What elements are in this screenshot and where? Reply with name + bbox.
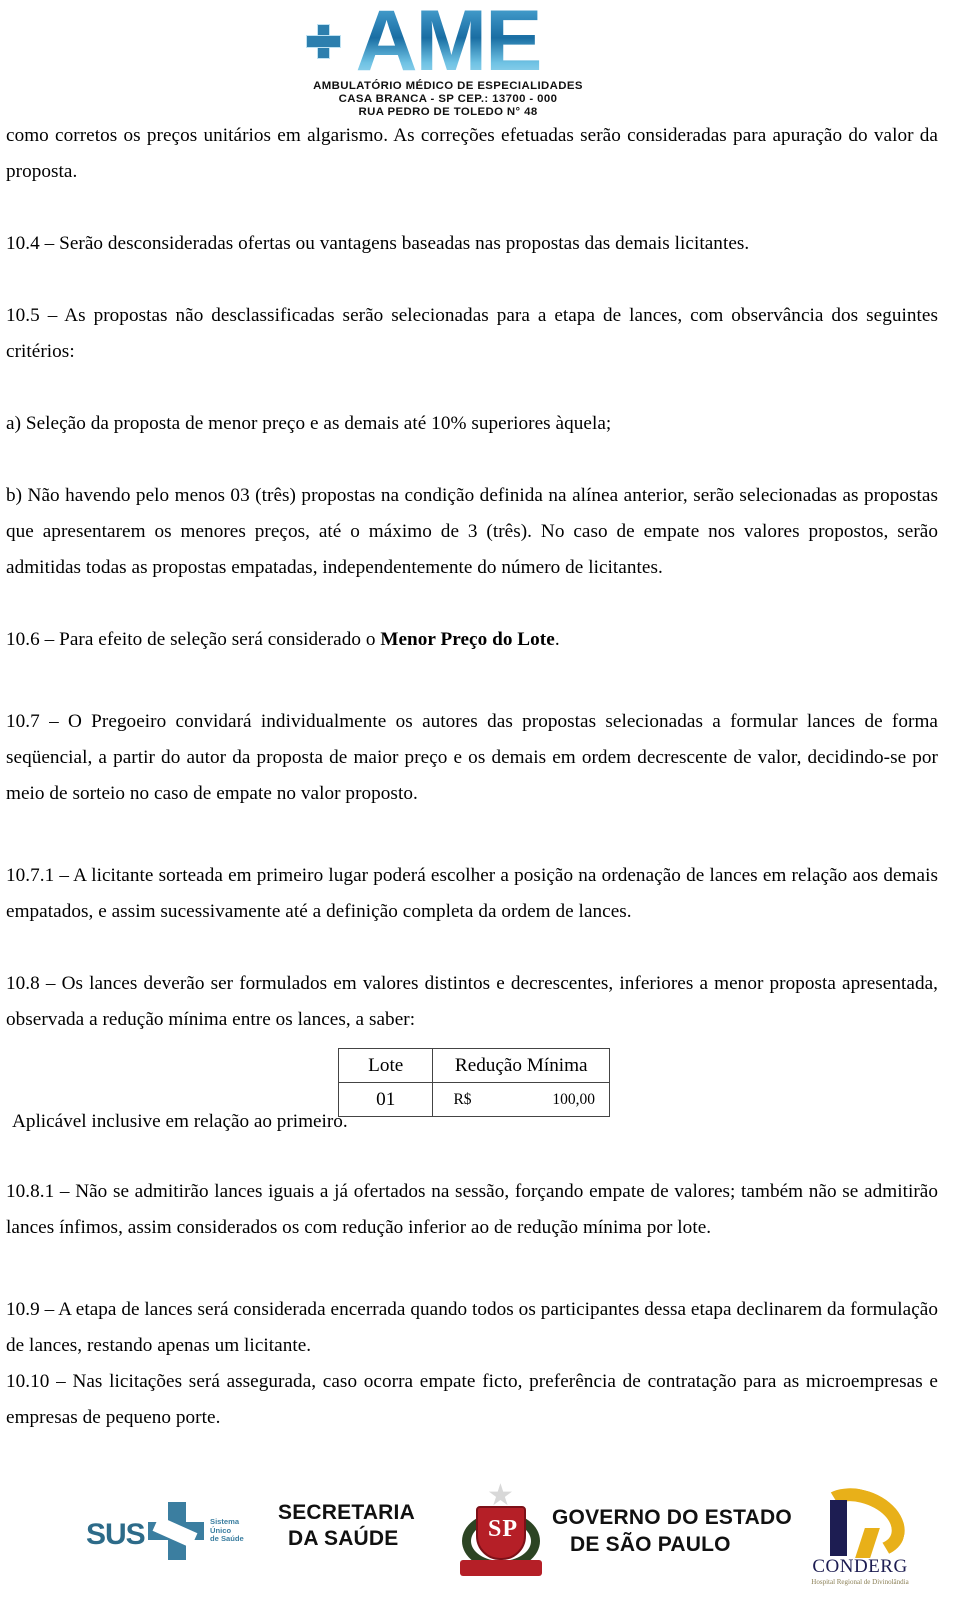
paragraph-10-7-1: 10.7.1 – A licitante sorteada em primeir…: [6, 865, 938, 922]
ame-logo: AME AMBULATÓRIO MÉDICO DE ESPECIALIDADES…: [262, 0, 634, 117]
secretaria-da-saude-logo: SECRETARIA DA SAÚDE: [278, 1500, 415, 1552]
paragraph-10-8-1: 10.8.1 – Não se admitirão lances iguais …: [6, 1181, 938, 1238]
sao-paulo-coat-of-arms-icon: ★ SP: [458, 1481, 544, 1582]
reducao-minima-table-wrapper: Lote Redução Mínima 01 R$ 100,00 Aplicáv…: [6, 1048, 938, 1132]
ame-logo-text: AME: [355, 0, 542, 89]
reducao-minima-table: Lote Redução Mínima 01 R$ 100,00: [337, 1048, 610, 1117]
page-footer: SUS Sistema Único de Saúde SECRETARIA DA…: [0, 1458, 960, 1606]
paragraph-item-b: b) Não havendo pelo menos 03 (três) prop…: [6, 485, 938, 578]
table-cell-reducao-minima: R$ 100,00: [432, 1082, 610, 1117]
ame-logo-wordmark: AME: [262, 0, 634, 89]
amount-value: 100,00: [552, 1090, 595, 1108]
conderg-tagline: Hospital Regional de Divinolândia: [811, 1578, 909, 1586]
governo-line1: GOVERNO DO ESTADO: [552, 1506, 792, 1529]
medical-cross-icon: [306, 24, 341, 59]
table-cell-lote: 01: [337, 1082, 434, 1117]
currency-symbol: R$: [453, 1090, 472, 1108]
paragraph-10-4: 10.4 – Serão desconsideradas ofertas ou …: [6, 233, 750, 254]
table-header-row: Lote Redução Mínima: [337, 1048, 610, 1083]
paragraph-10-6-suffix: .: [554, 629, 560, 650]
paragraph-10-5: 10.5 – As propostas não desclassificadas…: [6, 305, 938, 362]
paragraph-10-6-emphasis: Menor Preço do Lote: [380, 629, 555, 650]
paragraph-10-10: 10.10 – Nas licitações será assegurada, …: [6, 1371, 938, 1428]
sus-logo-text: SUS: [86, 1518, 146, 1551]
governo-estado-sao-paulo-logo: GOVERNO DO ESTADO DE SÃO PAULO: [552, 1504, 792, 1558]
shield-icon: SP: [476, 1506, 526, 1560]
sus-tagline-line3: de Saúde: [210, 1534, 244, 1544]
paragraph-10-7: 10.7 – O Pregoeiro convidará individualm…: [6, 711, 938, 804]
conderg-logo: CONDERG Hospital Regional de Divinolândi…: [790, 1479, 930, 1594]
table-cell-amount-group: R$ 100,00: [437, 1091, 605, 1109]
paragraph-continuation: como corretos os preços unitários em alg…: [6, 125, 938, 182]
paragraph-10-9: 10.9 – A etapa de lances será considerad…: [6, 1299, 938, 1356]
paragraph-aplicavel: Aplicável inclusive em relação ao primei…: [12, 1111, 348, 1132]
secretaria-line2: DA SAÚDE: [288, 1527, 399, 1550]
paragraph-10-8: 10.8 – Os lances deverão ser formulados …: [6, 973, 938, 1030]
paragraph-item-a: a) Seleção da proposta de menor preço e …: [6, 413, 612, 434]
ame-logo-subtitle-line3: RUA PEDRO DE TOLEDO N° 48: [358, 105, 538, 118]
sus-cross-icon: [148, 1502, 204, 1560]
table-header-reducao-minima: Redução Mínima: [432, 1048, 610, 1083]
conderg-name: CONDERG: [812, 1556, 908, 1577]
paragraph-10-6: 10.6 – Para efeito de seleção será consi…: [6, 622, 938, 658]
document-body: como corretos os preços unitários em alg…: [0, 118, 946, 1436]
governo-line2: DE SÃO PAULO: [570, 1533, 731, 1556]
sus-tagline: Sistema Único de Saúde: [210, 1517, 244, 1544]
table-row: 01 R$ 100,00: [337, 1082, 610, 1117]
sus-logo: SUS Sistema Único de Saúde: [86, 1496, 276, 1568]
ribbon-icon: [460, 1560, 542, 1576]
ame-logo-subtitle-line2: CASA BRANCA - SP CEP.: 13700 - 000: [338, 92, 558, 105]
table-header-lote: Lote: [337, 1048, 434, 1083]
shield-label: SP: [487, 1516, 518, 1542]
paragraph-10-6-prefix: 10.6 – Para efeito de seleção será consi…: [6, 629, 381, 650]
secretaria-line1: SECRETARIA: [278, 1501, 415, 1524]
page-header: AME AMBULATÓRIO MÉDICO DE ESPECIALIDADES…: [0, 0, 960, 118]
conderg-mark-icon: [807, 1479, 914, 1567]
